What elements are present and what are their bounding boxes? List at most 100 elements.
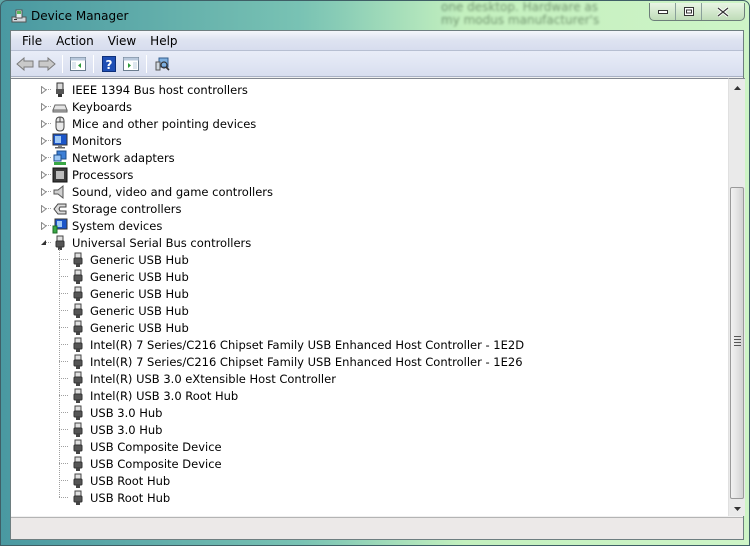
scroll-down-arrow-icon: [733, 506, 741, 511]
minimize-icon: [657, 9, 668, 14]
tree-device[interactable]: Intel(R) 7 Series/C216 Chipset Family US…: [70, 336, 524, 353]
tree-connector: [46, 225, 51, 226]
usb-icon: [70, 320, 86, 336]
tree-device[interactable]: Generic USB Hub: [70, 251, 189, 268]
tree-device[interactable]: USB 3.0 Hub: [70, 404, 162, 421]
tree-connector: [59, 463, 68, 464]
back-button[interactable]: [14, 54, 36, 74]
tree-item-label: USB 3.0 Hub: [90, 422, 163, 437]
tree-device[interactable]: Generic USB Hub: [70, 319, 189, 336]
tree-item-label: Intel(R) USB 3.0 Root Hub: [90, 388, 239, 403]
tree-connector: [59, 310, 68, 311]
tree-item-label: Universal Serial Bus controllers: [72, 235, 252, 250]
tree-device[interactable]: Intel(R) USB 3.0 eXtensible Host Control…: [70, 370, 336, 387]
tree-category[interactable]: Processors: [52, 166, 133, 183]
menu-help[interactable]: Help: [143, 32, 184, 50]
scroll-up-arrow-icon: [733, 85, 741, 90]
client-area: File Action View Help ? IEEE 1394 Bus ho…: [10, 30, 745, 540]
close-button[interactable]: [702, 3, 744, 20]
tree-item-label: Intel(R) 7 Series/C216 Chipset Family US…: [90, 354, 523, 369]
tree-device[interactable]: USB Root Hub: [70, 472, 170, 489]
tree-category[interactable]: Universal Serial Bus controllers: [52, 234, 251, 251]
usb-icon: [70, 252, 86, 268]
monitor-icon: [52, 133, 68, 149]
tree-connector: [59, 259, 68, 260]
scrollbar-thumb[interactable]: [730, 187, 744, 499]
tree-category[interactable]: Sound, video and game controllers: [52, 183, 273, 200]
usb-icon: [70, 439, 86, 455]
tree-item-label: Intel(R) USB 3.0 eXtensible Host Control…: [90, 371, 336, 386]
scan-hardware-changes-button[interactable]: [151, 54, 173, 74]
tree-item-label: System devices: [72, 218, 163, 233]
tree-device[interactable]: USB Composite Device: [70, 455, 222, 472]
tree-item-label: Sound, video and game controllers: [72, 184, 274, 199]
device-manager-icon: [11, 8, 27, 24]
toolbar-separator: [93, 54, 94, 73]
tree-category[interactable]: IEEE 1394 Bus host controllers: [52, 81, 248, 98]
usb-icon: [70, 473, 86, 489]
scroll-up-button[interactable]: [729, 79, 745, 96]
usb-icon: [70, 456, 86, 472]
tree-item-label: Mice and other pointing devices: [72, 116, 257, 131]
tree-item-label: USB Composite Device: [90, 456, 222, 471]
tree-item-label: Network adapters: [72, 150, 175, 165]
help-button[interactable]: ?: [98, 54, 120, 74]
svg-text:?: ?: [106, 58, 113, 72]
restore-icon: [683, 7, 694, 16]
tree-connector: [59, 446, 68, 447]
tree-category[interactable]: Keyboards: [52, 98, 132, 115]
tree-connector: [46, 123, 51, 124]
tree-item-label: Intel(R) 7 Series/C216 Chipset Family US…: [90, 337, 525, 352]
maximize-button[interactable]: [676, 3, 702, 20]
tree-device[interactable]: USB Root Hub: [70, 489, 170, 506]
show-hide-action-pane-button[interactable]: [120, 54, 142, 74]
tree-item-label: USB Composite Device: [90, 439, 222, 454]
tree-device[interactable]: USB Composite Device: [70, 438, 222, 455]
usb-icon: [70, 354, 86, 370]
scroll-down-button[interactable]: [729, 500, 745, 517]
usb-icon: [70, 422, 86, 438]
tree-item-label: Generic USB Hub: [90, 269, 189, 284]
tree-connector: [59, 361, 68, 362]
tree-item-label: Generic USB Hub: [90, 286, 189, 301]
tree-connector: [59, 395, 68, 396]
tree-connector: [59, 327, 68, 328]
action-pane-icon: [123, 56, 139, 71]
show-hide-console-tree-button[interactable]: [67, 54, 89, 74]
tree-device[interactable]: Generic USB Hub: [70, 302, 189, 319]
title-bar[interactable]: Device Manager: [1, 1, 750, 31]
menu-view[interactable]: View: [101, 32, 143, 50]
tree-connector: [46, 157, 51, 158]
tree-device[interactable]: USB 3.0 Hub: [70, 421, 162, 438]
tree-category[interactable]: System devices: [52, 217, 162, 234]
tree-category[interactable]: Monitors: [52, 132, 122, 149]
usb-icon: [70, 303, 86, 319]
menu-file[interactable]: File: [15, 32, 49, 50]
back-arrow-icon: [16, 56, 34, 71]
usb-icon: [70, 269, 86, 285]
tree-connector: [59, 429, 68, 430]
usb-icon: [70, 286, 86, 302]
tree-device[interactable]: Intel(R) USB 3.0 Root Hub: [70, 387, 238, 404]
tree-device[interactable]: Intel(R) 7 Series/C216 Chipset Family US…: [70, 353, 523, 370]
tree-category[interactable]: Network adapters: [52, 149, 175, 166]
vertical-scrollbar[interactable]: [728, 78, 745, 516]
minimize-button[interactable]: [650, 3, 676, 20]
tree-connector: [46, 242, 51, 243]
usb-icon: [52, 235, 68, 251]
toolbar-separator: [146, 54, 147, 73]
forward-button[interactable]: [36, 54, 58, 74]
menu-action[interactable]: Action: [49, 32, 101, 50]
tree-category[interactable]: Mice and other pointing devices: [52, 115, 256, 132]
tree-device[interactable]: Generic USB Hub: [70, 285, 189, 302]
tree-connector: [46, 208, 51, 209]
caption-buttons: [649, 3, 745, 21]
tree-device[interactable]: Generic USB Hub: [70, 268, 189, 285]
tree-item-label: Processors: [72, 167, 134, 182]
processor-icon: [52, 167, 68, 183]
device-tree[interactable]: IEEE 1394 Bus host controllers Keyboards M…: [11, 78, 728, 516]
close-icon: [717, 6, 729, 17]
tree-category[interactable]: Storage controllers: [52, 200, 182, 217]
scrollbar-grip-icon: [734, 336, 741, 348]
console-tree-icon: [70, 56, 86, 71]
